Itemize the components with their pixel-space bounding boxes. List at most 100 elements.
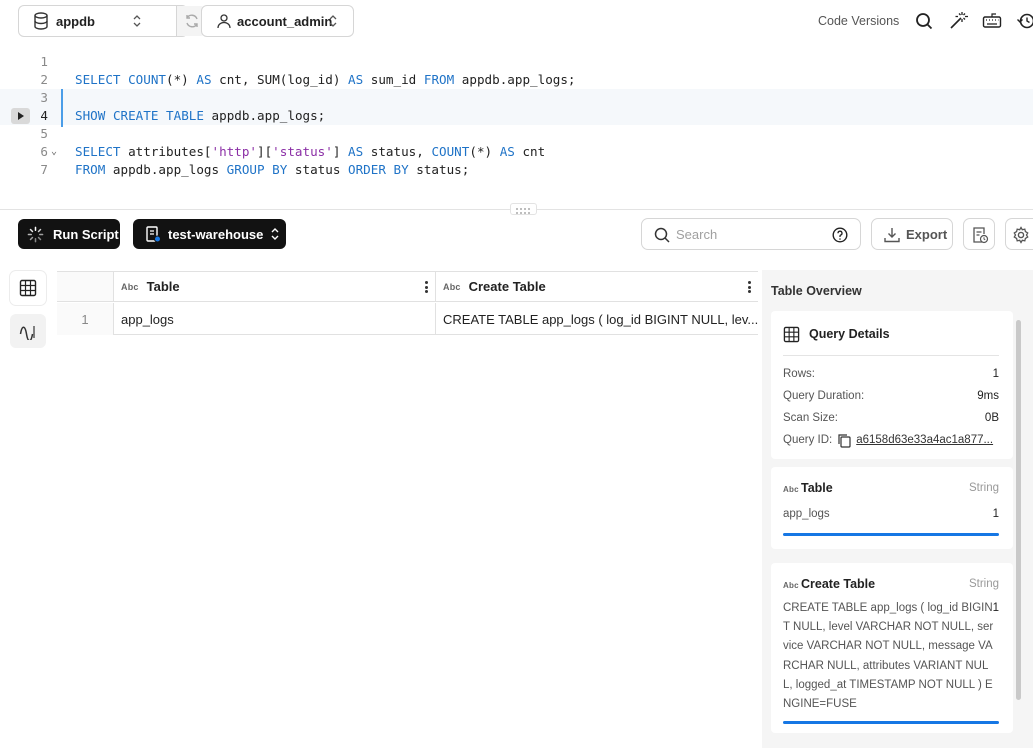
code-text: FROM appdb.app_logs GROUP BY status ORDE… — [75, 162, 470, 177]
column-header-create-table[interactable]: Abc Create Table — [436, 272, 758, 302]
line-number: 6 — [40, 144, 48, 159]
stat-value: 9ms — [977, 390, 999, 402]
editor-line: 1 — [0, 53, 1033, 71]
line-number: 1 — [40, 54, 48, 69]
value-frequency-row: app_logs 1 — [783, 506, 999, 522]
warehouse-selector[interactable]: test-warehouse — [133, 219, 286, 249]
table-cell[interactable]: app_logs — [114, 303, 436, 335]
stat-value: 1 — [992, 368, 999, 380]
grid-view-button[interactable] — [10, 271, 46, 305]
chevron-updown-icon — [132, 14, 142, 28]
column-menu-icon[interactable] — [425, 281, 429, 293]
user-icon — [216, 13, 232, 29]
editor-line: 7 FROM appdb.app_logs GROUP BY status OR… — [0, 161, 1033, 179]
top-toolbar: appdb account_admin Code Versions — [0, 0, 1033, 44]
line-number: 5 — [40, 126, 48, 141]
database-selector[interactable]: appdb — [18, 5, 206, 37]
active-statement-marker — [61, 89, 63, 127]
copy-icon[interactable] — [837, 433, 851, 448]
search-icon[interactable] — [914, 11, 934, 31]
row-number-header — [57, 272, 114, 302]
sql-editor[interactable]: 1 2 SELECT COUNT(*) AS cnt, SUM(log_id) … — [0, 44, 1033, 210]
overview-scrollbar[interactable] — [1016, 320, 1021, 700]
duration-stat: Query Duration: 9ms — [783, 388, 999, 404]
document-clock-icon — [971, 226, 989, 244]
query-details-card: Query Details Rows: 1 Query Duration: 9ms … — [771, 311, 1013, 459]
line-number: 2 — [40, 72, 48, 87]
result-search-box[interactable] — [641, 218, 861, 250]
rows-stat: Rows: 1 — [783, 366, 999, 382]
line-number: 3 — [40, 90, 48, 105]
string-type-tag: Abc — [121, 281, 139, 292]
stat-value: 1 — [992, 602, 999, 614]
overview-title: Table Overview — [771, 284, 862, 298]
search-input[interactable] — [676, 226, 816, 243]
editor-line: 6 ⌄ SELECT attributes['http']['status'] … — [0, 143, 1033, 161]
string-type-tag: Abc — [783, 485, 799, 494]
code-versions-link[interactable]: Code Versions — [818, 14, 899, 28]
run-script-button[interactable]: Run Script — [18, 219, 120, 249]
editor-line: 3 — [0, 89, 1033, 107]
line-number: 7 — [40, 162, 48, 177]
result-grid: Abc Table Abc Create Table 1 app_logs CR… — [57, 271, 758, 335]
export-label: Export — [906, 227, 948, 242]
stat-value: 0B — [984, 412, 999, 424]
database-name: appdb — [56, 14, 95, 29]
keyboard-icon[interactable] — [982, 11, 1002, 31]
frequency-bar — [783, 721, 999, 724]
resize-grip-icon[interactable] — [510, 203, 537, 215]
chevron-updown-icon — [328, 14, 338, 28]
role-name: account_admin — [237, 14, 333, 29]
stat-label: CREATE TABLE app_logs ( log_id BIGINT NU… — [783, 602, 994, 711]
run-script-label: Run Script — [53, 226, 119, 242]
table-grid-icon — [783, 326, 800, 343]
history-icon[interactable] — [1016, 11, 1033, 31]
stat-label: Scan Size: — [783, 412, 838, 424]
settings-button[interactable] — [1005, 218, 1033, 250]
column-header-label: Table — [146, 279, 180, 294]
column-stats-card-table: Abc Table String app_logs 1 — [771, 467, 1013, 549]
editor-line: 2 SELECT COUNT(*) AS cnt, SUM(log_id) AS… — [0, 71, 1033, 89]
query-id-link[interactable]: a6158d63e33a4ac1a877... — [856, 434, 993, 446]
string-type-tag: Abc — [443, 281, 461, 292]
refresh-icon — [184, 13, 200, 29]
database-icon — [33, 12, 49, 30]
editor-line: 5 — [0, 125, 1033, 143]
code-text: SELECT COUNT(*) AS cnt, SUM(log_id) AS s… — [75, 72, 576, 87]
scan-size-stat: Scan Size: 0B — [783, 410, 999, 426]
code-text: SELECT attributes['http']['status'] AS s… — [75, 144, 546, 159]
column-stats-title: Create Table — [801, 577, 876, 591]
chevron-updown-icon — [270, 227, 280, 241]
column-type: String — [968, 482, 999, 494]
magic-wand-icon[interactable] — [948, 11, 968, 31]
spinner-icon — [27, 226, 44, 243]
stat-value: 1 — [992, 508, 999, 520]
warehouse-icon — [145, 225, 161, 243]
query-details-title: Query Details — [809, 327, 890, 341]
help-icon[interactable] — [832, 227, 848, 243]
chart-view-button[interactable] — [10, 314, 46, 348]
divider — [783, 355, 999, 356]
column-stats-card-create-table: Abc Create Table String CREATE TABLE app… — [771, 563, 1013, 733]
result-history-button[interactable] — [963, 218, 995, 250]
wave-chart-icon — [19, 322, 37, 340]
stat-label: Query ID: — [783, 434, 833, 446]
line-number: 4 — [40, 108, 48, 123]
export-button[interactable]: Export — [871, 218, 953, 250]
row-index: 1 — [57, 303, 114, 335]
fold-chevron-icon[interactable]: ⌄ — [51, 143, 57, 161]
column-menu-icon[interactable] — [748, 281, 752, 293]
column-stats-title: Table — [801, 481, 833, 495]
column-header-table[interactable]: Abc Table — [114, 272, 436, 302]
stat-label: app_logs — [783, 508, 830, 520]
column-type: String — [968, 578, 999, 590]
query-id-stat: Query ID: a6158d63e33a4ac1a877... — [783, 432, 999, 448]
editor-line-current: 4 SHOW CREATE TABLE appdb.app_logs; — [0, 107, 1033, 125]
table-cell[interactable]: CREATE TABLE app_logs ( log_id BIGINT NU… — [436, 303, 758, 335]
stat-label: Query Duration: — [783, 390, 865, 402]
code-text: SHOW CREATE TABLE appdb.app_logs; — [75, 108, 326, 123]
frequency-bar — [783, 533, 999, 536]
stat-label: Rows: — [783, 368, 815, 380]
role-selector[interactable]: account_admin — [201, 5, 354, 37]
download-icon — [883, 226, 901, 244]
